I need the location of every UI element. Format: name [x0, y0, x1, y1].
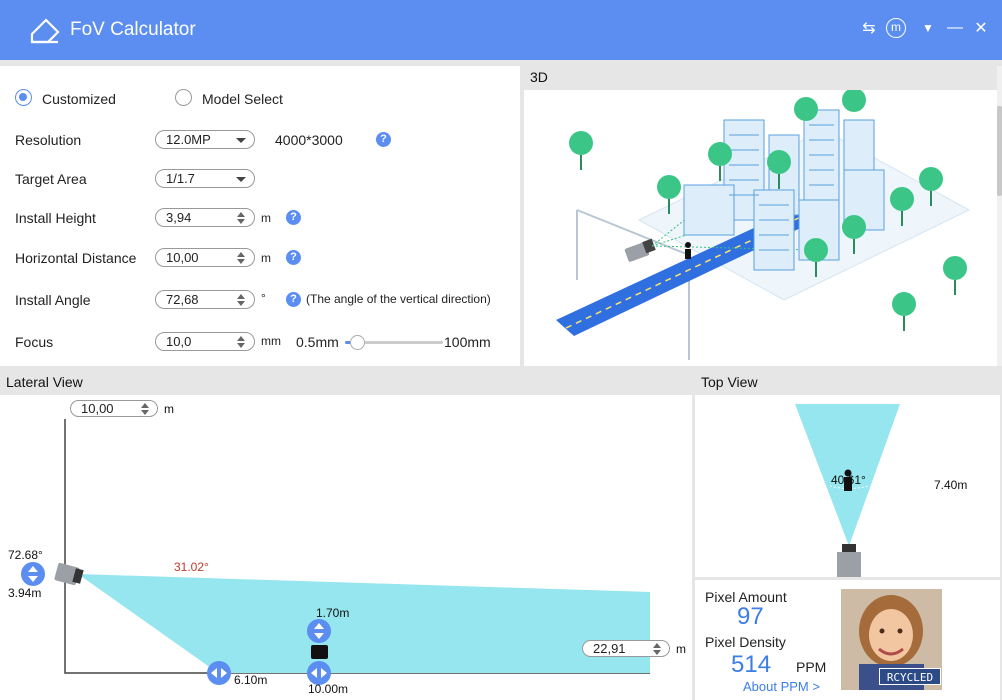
- install-angle-label: Install Angle: [15, 292, 91, 308]
- view-3d-scrollbar[interactable]: [997, 66, 1002, 366]
- dropdown-icon[interactable]: ▼: [915, 15, 941, 41]
- lateral-fov-angle: 31.02°: [174, 560, 209, 574]
- pixel-density-unit: PPM: [796, 659, 827, 675]
- focus-slider[interactable]: [345, 335, 443, 350]
- left-right-arrows-icon: [211, 668, 227, 678]
- target-area-select[interactable]: 1/1.7: [155, 169, 255, 188]
- pixel-info-panel: Pixel Amount 97 Pixel Density 514 PPM Ab…: [695, 580, 1000, 700]
- customized-radio[interactable]: [15, 89, 32, 106]
- lateral-angle-label: 72.68°: [8, 548, 43, 562]
- chevron-down-icon: [236, 177, 246, 182]
- scrollbar-thumb[interactable]: [997, 106, 1002, 196]
- up-down-arrows-icon: [28, 566, 38, 582]
- horizontal-distance-input[interactable]: 10,00: [155, 248, 255, 267]
- target-area-value: 1/1.7: [166, 171, 195, 186]
- target-height-label: 1.70m: [316, 606, 350, 620]
- far-distance-value: 22,91: [593, 641, 626, 656]
- chevron-down-icon: [236, 138, 246, 143]
- focus-unit: mm: [261, 334, 281, 348]
- top-view-panel: Top View 40.61° 7.40m: [695, 371, 1000, 577]
- target-height-handle[interactable]: [307, 619, 331, 643]
- model-select-label: Model Select: [202, 91, 283, 107]
- focus-slider-thumb[interactable]: [350, 335, 365, 350]
- top-view-angle: 40.61°: [831, 473, 866, 487]
- sample-portrait: RCYCLED: [841, 589, 942, 690]
- title-bar: FoV Calculator ⇆ m ▼ — ✕: [0, 0, 1002, 60]
- settings-panel: Customized Model Select Resolution 12.0M…: [0, 66, 520, 366]
- spin-up-icon[interactable]: [653, 643, 661, 648]
- far-distance-input[interactable]: 22,91: [582, 640, 670, 657]
- minimize-icon[interactable]: —: [942, 15, 968, 41]
- about-ppm-link[interactable]: About PPM >: [743, 679, 820, 694]
- lateral-height-label: 3.94m: [8, 586, 42, 600]
- app-title: FoV Calculator: [70, 19, 196, 40]
- help-icon[interactable]: ?: [286, 292, 301, 307]
- resolution-select[interactable]: 12.0MP: [155, 130, 255, 149]
- model-select-radio[interactable]: [175, 89, 192, 106]
- install-angle-note: (The angle of the vertical direction): [306, 292, 491, 306]
- m-circle-icon: m: [886, 18, 906, 38]
- help-icon[interactable]: ?: [376, 132, 391, 147]
- target-area-label: Target Area: [15, 171, 87, 187]
- spin-down-icon[interactable]: [237, 259, 245, 264]
- resolution-size: 4000*3000: [275, 132, 343, 148]
- view-3d-header: 3D: [524, 66, 1000, 90]
- spin-up-icon[interactable]: [237, 212, 245, 217]
- focus-min-label: 0.5mm: [296, 334, 339, 350]
- menu-button[interactable]: m: [883, 15, 909, 41]
- pixel-density-value: 514: [731, 651, 772, 678]
- height-drag-handle[interactable]: [21, 562, 45, 586]
- install-height-input[interactable]: 3,94: [155, 208, 255, 227]
- spin-up-icon[interactable]: [237, 294, 245, 299]
- customized-label: Customized: [42, 91, 116, 107]
- install-height-value: 3,94: [166, 210, 192, 225]
- sample-text-plate: RCYCLED: [879, 668, 941, 685]
- pixel-density-label: Pixel Density: [705, 634, 786, 650]
- spin-down-icon[interactable]: [237, 219, 245, 224]
- horizontal-distance-unit: m: [261, 251, 271, 265]
- horizontal-distance-label: Horizontal Distance: [15, 250, 137, 266]
- focus-input[interactable]: 10,0: [155, 332, 255, 351]
- lateral-view-panel: Lateral View 10,00 m 72.68° 3.94m 31.02°…: [0, 371, 692, 700]
- city-illustration[interactable]: [524, 90, 1000, 366]
- near-distance-label: 6.10m: [234, 673, 268, 687]
- spin-down-icon[interactable]: [237, 301, 245, 306]
- install-angle-value: 72,68: [166, 292, 199, 307]
- swap-icon[interactable]: ⇆: [856, 15, 882, 41]
- top-view-width: 7.40m: [934, 478, 968, 492]
- target-distance-label: 10.00m: [308, 682, 349, 696]
- up-down-arrows-icon: [314, 623, 324, 639]
- pixel-amount-value: 97: [737, 603, 764, 630]
- install-angle-unit: °: [261, 291, 266, 305]
- spin-up-icon[interactable]: [237, 252, 245, 257]
- spin-down-icon[interactable]: [237, 343, 245, 348]
- focus-value: 10,0: [166, 334, 192, 349]
- focus-label: Focus: [15, 334, 54, 350]
- focus-max-label: 100mm: [444, 334, 491, 350]
- install-angle-input[interactable]: 72,68: [155, 290, 255, 309]
- install-height-unit: m: [261, 211, 271, 225]
- view-3d-panel: 3D: [524, 66, 1000, 366]
- help-icon[interactable]: ?: [286, 210, 301, 225]
- spin-up-icon[interactable]: [237, 336, 245, 341]
- help-icon[interactable]: ?: [286, 250, 301, 265]
- far-distance-unit: m: [676, 642, 686, 656]
- app-logo-icon: [30, 18, 60, 44]
- resolution-value: 12.0MP: [166, 132, 211, 147]
- resolution-label: Resolution: [15, 132, 82, 148]
- horizontal-distance-value: 10,00: [166, 250, 199, 265]
- spin-down-icon[interactable]: [653, 650, 661, 655]
- install-height-label: Install Height: [15, 210, 96, 226]
- near-distance-handle[interactable]: [207, 661, 231, 685]
- close-icon[interactable]: ✕: [968, 15, 994, 41]
